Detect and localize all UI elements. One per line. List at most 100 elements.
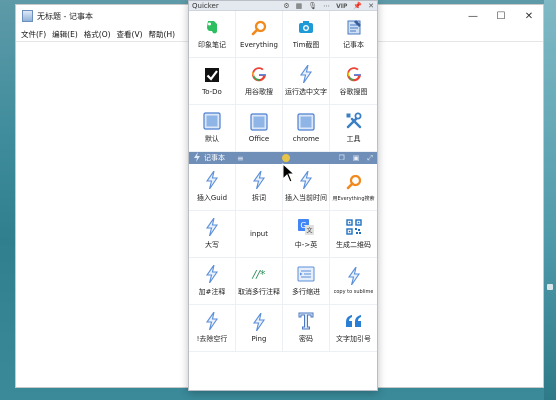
action-label: 印象笔记	[198, 41, 226, 49]
top-action-7[interactable]: 谷歌搜图	[330, 58, 377, 105]
notepad-action-10[interactable]: 多行缩进	[283, 258, 330, 305]
action-label: chrome	[292, 135, 320, 143]
action-label: input	[249, 230, 268, 238]
quicker-titlebar: Quicker ⚙ ▦ 🎙 ⋯ VIP 📌 ✕	[189, 1, 377, 11]
notepad-action-14[interactable]: 密码	[283, 305, 330, 352]
notepad-action-12[interactable]: !去除空行	[189, 305, 236, 352]
menu-file[interactable]: 文件(F)	[18, 29, 49, 40]
window-icon	[297, 113, 315, 131]
action-label: 文字加引号	[336, 335, 371, 343]
close-icon[interactable]: ✕	[368, 1, 374, 11]
vip-badge[interactable]: VIP	[336, 3, 347, 10]
action-label: 谷歌搜图	[339, 88, 368, 96]
notepad-action-13[interactable]: Ping	[236, 305, 283, 352]
gear-icon[interactable]: ⚙	[283, 1, 289, 11]
microphone-icon[interactable]: 🎙	[308, 1, 317, 11]
action-label: 取消多行注释	[238, 288, 280, 296]
notepad-action-0[interactable]: 插入Guid	[189, 164, 236, 211]
top-action-6[interactable]: 运行选中文字	[283, 58, 330, 105]
desktop-background-edge	[544, 0, 556, 400]
window-icon	[203, 112, 221, 130]
lightning-icon	[203, 312, 221, 330]
menu-format[interactable]: 格式(O)	[81, 29, 114, 40]
notepad-action-11[interactable]: copy to sublime	[330, 258, 377, 305]
notepad-action-1[interactable]: 拆词	[236, 164, 283, 211]
action-label: 默认	[205, 135, 219, 143]
action-label: 生成二维码	[336, 241, 371, 249]
top-action-8[interactable]: 默认	[189, 105, 236, 152]
action-label: Office	[248, 135, 270, 143]
action-label: 插入Guid	[196, 194, 228, 202]
action-label: Tim截图	[292, 41, 320, 49]
notepad-title: 无标题 - 记事本	[37, 11, 93, 21]
quicker-titlebar-icons: ⚙ ▦ 🎙 ⋯ VIP 📌 ✕	[283, 1, 374, 11]
top-action-0[interactable]: 印象笔记	[189, 11, 236, 58]
lightning-icon	[203, 265, 221, 283]
top-action-3[interactable]: 记事本	[330, 11, 377, 58]
action-label: !去除空行	[196, 335, 228, 343]
notepad-action-9[interactable]: //* 取消多行注释	[236, 258, 283, 305]
quicker-panel: Quicker ⚙ ▦ 🎙 ⋯ VIP 📌 ✕ 印象笔记 Everything Ti…	[188, 0, 378, 391]
lightning-icon	[203, 171, 221, 189]
close-button[interactable]: ✕	[515, 5, 543, 27]
notepad-action-15[interactable]: 文字加引号	[330, 305, 377, 352]
copy-icon[interactable]: ❐	[338, 154, 344, 162]
mouse-cursor-icon	[282, 163, 296, 183]
section-icons: ❐ ▣ ⤢	[338, 152, 373, 164]
maximize-button[interactable]: ☐	[487, 5, 515, 27]
notepad-action-8[interactable]: 加#注释	[189, 258, 236, 305]
top-action-1[interactable]: Everything	[236, 11, 283, 58]
top-action-4[interactable]: To-Do	[189, 58, 236, 105]
hash-comment-icon: //*	[250, 265, 268, 283]
action-label: 多行缩进	[292, 288, 320, 296]
notepad-action-4[interactable]: 大写	[189, 211, 236, 258]
notepad-action-5[interactable]: input	[236, 211, 283, 258]
action-label: Everything	[240, 41, 278, 49]
top-action-2[interactable]: Tim截图	[283, 11, 330, 58]
action-label: 拆词	[252, 194, 266, 202]
quicker-top-actions: 印象笔记 Everything Tim截图 记事本 To-Do 用谷歌搜 运行选中文字 谷歌搜…	[189, 11, 377, 152]
action-label: Ping	[251, 335, 267, 343]
action-label: To-Do	[202, 88, 222, 96]
notepad-app-icon	[22, 10, 33, 22]
desktop-item-icon[interactable]	[547, 284, 553, 290]
google-icon	[250, 65, 268, 83]
search-icon	[250, 19, 268, 37]
section-title: 记事本	[204, 154, 225, 162]
status-dot	[282, 154, 290, 162]
menu-lines-icon[interactable]: ≡	[237, 154, 244, 163]
svg-text:文: 文	[306, 227, 312, 235]
top-action-11[interactable]: 工具	[330, 105, 377, 152]
minimize-button[interactable]: —	[459, 5, 487, 27]
pin-icon[interactable]: 📌	[353, 1, 362, 11]
indent-icon	[297, 265, 315, 283]
top-action-10[interactable]: chrome	[283, 105, 330, 152]
menu-view[interactable]: 查看(V)	[114, 29, 146, 40]
text-t-icon	[297, 312, 315, 330]
window-icon	[250, 113, 268, 131]
search-icon	[345, 173, 363, 191]
action-label: 记事本	[343, 41, 364, 49]
google-icon	[345, 65, 363, 83]
notepad-action-6[interactable]: G 文中->英	[283, 211, 330, 258]
lightning-icon	[250, 171, 268, 189]
translate-icon: G文	[297, 218, 315, 236]
action-label: 工具	[346, 135, 361, 143]
more-icon[interactable]: ⋯	[323, 1, 330, 11]
menu-help[interactable]: 帮助(H)	[146, 29, 179, 40]
qrcode-icon[interactable]: ▦	[296, 1, 303, 11]
notepad-action-3[interactable]: 用Everything搜索	[330, 164, 377, 211]
menu-edit[interactable]: 编辑(E)	[49, 29, 81, 40]
clipboard-icon[interactable]: ▣	[353, 154, 360, 162]
action-label: copy to sublime	[333, 289, 374, 295]
top-action-5[interactable]: 用谷歌搜	[236, 58, 283, 105]
expand-icon[interactable]: ⤢	[367, 154, 373, 163]
lightning-icon	[203, 218, 221, 236]
notepad-icon	[345, 18, 363, 36]
action-label: 大写	[205, 241, 219, 249]
top-action-9[interactable]: Office	[236, 105, 283, 152]
notepad-action-7[interactable]: 生成二维码	[330, 211, 377, 258]
lightning-icon	[345, 267, 363, 285]
action-label: 中->英	[294, 241, 318, 249]
tools-icon	[345, 112, 363, 130]
